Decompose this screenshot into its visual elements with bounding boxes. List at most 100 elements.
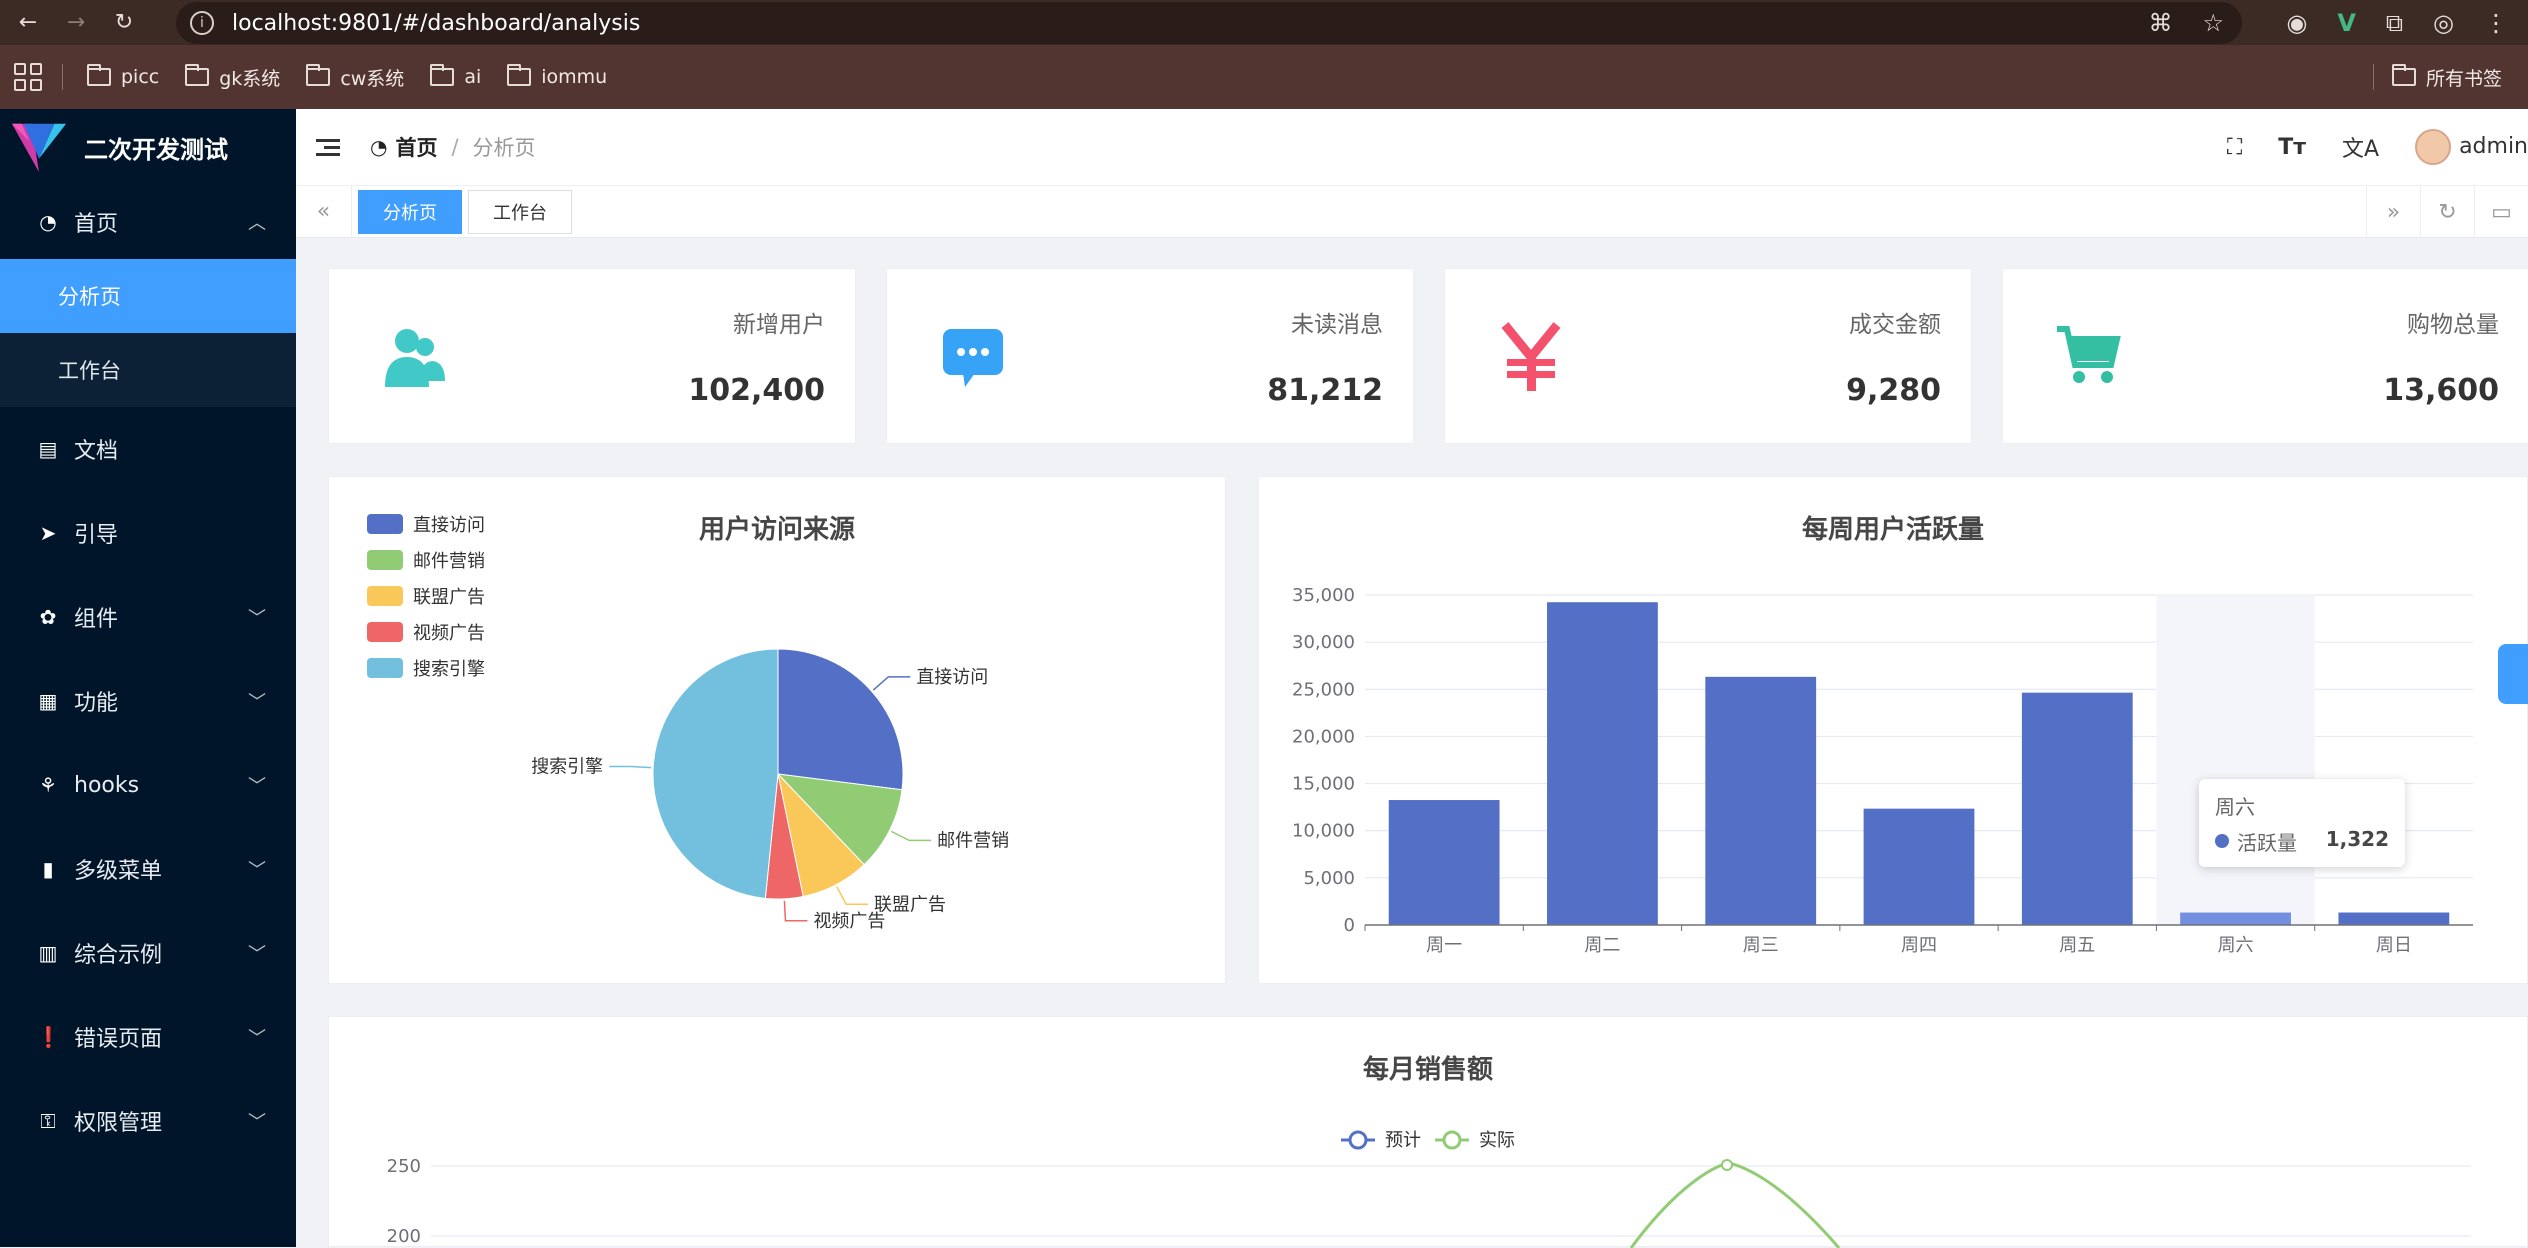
bookmark-folder[interactable]: cw系统	[306, 64, 404, 91]
chevron-down-icon: ﹀	[248, 1112, 266, 1133]
language-icon[interactable]: 文A	[2342, 131, 2379, 163]
bookmark-folder[interactable]: iommu	[507, 64, 607, 88]
pie-chart-panel: 用户访问来源 直接访问 邮件营销 联盟广告 视频广告 搜索引擎 直接访问 邮件营销 联盟广告…	[328, 476, 1226, 984]
stat-card-shopping[interactable]: 购物总量 13,600	[2002, 268, 2528, 444]
bar-chart: 0 5,000 10,000 15,000 20,000 25,000 30,000 35,0…	[1292, 585, 2473, 956]
tab-analysis[interactable]: 分析页	[358, 189, 462, 234]
extensions-puzzle-icon[interactable]: ⧉	[2386, 9, 2403, 37]
cart-icon	[2057, 326, 2121, 383]
tab-options-icon[interactable]: ▭	[2474, 186, 2528, 238]
bookmark-folder[interactable]: gk系统	[185, 64, 280, 91]
logo[interactable]: 二次开发测试	[0, 109, 296, 185]
profile-icon[interactable]: ◎	[2433, 9, 2454, 37]
menu-item-workbench[interactable]: 工作台	[0, 333, 296, 407]
bar	[2338, 912, 2450, 925]
line-chart: 预计 实际 250 200	[387, 1130, 2471, 1248]
menu-item-features[interactable]: ▦ 功能 ﹀	[0, 659, 296, 743]
menu-item-home[interactable]: ◔ 首页 ︿	[0, 185, 296, 259]
bar	[2180, 912, 2291, 925]
menu-item-guide[interactable]: ➤ 引导	[0, 491, 296, 575]
bookmark-folder[interactable]: picc	[87, 64, 159, 88]
pie-chart: 直接访问邮件营销联盟广告视频广告搜索引擎	[531, 648, 1009, 932]
bar-hover-band	[2156, 595, 2315, 925]
refresh-icon[interactable]: ↻	[2420, 186, 2474, 238]
menu-item-permissions[interactable]: ⚿ 权限管理 ﹀	[0, 1079, 296, 1163]
chevron-down-icon: ﹀	[248, 860, 266, 881]
line-legend-marker	[1442, 1130, 1462, 1150]
forward-icon[interactable]: →	[56, 3, 96, 43]
tabs-bar: « 分析页 工作台 » ↻ ▭	[296, 185, 2528, 238]
y-tick-label: 15,000	[1292, 774, 1355, 795]
pie-slice	[652, 648, 779, 899]
vben-logo-icon	[11, 123, 67, 173]
scroll-left-icon[interactable]: «	[296, 185, 352, 238]
fullscreen-icon[interactable]: ⛶	[2227, 135, 2242, 160]
menu-fold-icon[interactable]	[316, 135, 340, 160]
menu-item-analysis[interactable]: 分析页	[0, 259, 296, 333]
chevron-down-icon: ﹀	[248, 1028, 266, 1049]
folder-icon	[87, 64, 111, 86]
dashboard-icon: ◔	[39, 210, 57, 234]
menu-item-error-pages[interactable]: ❗ 错误页面 ﹀	[0, 995, 296, 1079]
breadcrumb-home[interactable]: 首页	[395, 132, 437, 162]
user-menu[interactable]: admin	[2415, 129, 2528, 165]
bar-chart-panel: 每周用户活跃量 0 5,000 10,000 15,000 20,000 25,000 30…	[1258, 476, 2528, 984]
extension-circle-icon[interactable]: ◉	[2286, 9, 2307, 37]
reload-icon[interactable]: ↻	[104, 3, 144, 43]
scroll-right-icon[interactable]: »	[2366, 186, 2420, 238]
back-icon[interactable]: ←	[8, 3, 48, 43]
x-tick-label: 周六	[2218, 935, 2254, 956]
menu-item-examples[interactable]: ▥ 综合示例 ﹀	[0, 911, 296, 995]
bar-chart-icon: ▮	[42, 857, 54, 881]
chart-tooltip: 周六 活跃量 1,322	[2199, 779, 2405, 867]
menu-item-hooks[interactable]: ⚘ hooks ﹀	[0, 743, 296, 827]
line-legend-label: 实际	[1479, 1130, 1515, 1151]
line-legend-label: 预计	[1385, 1130, 1421, 1151]
users-icon	[385, 329, 445, 387]
warning-icon: ❗	[36, 1025, 61, 1049]
pie-slice-label: 邮件营销	[937, 830, 1009, 851]
font-size-icon[interactable]: Tт	[2278, 135, 2306, 160]
menu-dots-icon[interactable]: ⋮	[2484, 9, 2508, 37]
folder-icon	[185, 64, 210, 86]
apps-grid-icon[interactable]	[14, 63, 42, 91]
y-tick-label: 0	[1344, 915, 1355, 936]
all-bookmarks[interactable]: 所有书签	[2391, 64, 2502, 91]
menu-item-docs[interactable]: ▤ 文档	[0, 407, 296, 491]
bar	[1863, 808, 1975, 925]
chevron-down-icon: ﹀	[248, 776, 266, 797]
pie-slice-label: 搜索引擎	[531, 757, 603, 778]
settings-drawer-tab[interactable]	[2498, 644, 2528, 704]
bar	[1388, 800, 1500, 925]
permission-icon: ⚿	[40, 1109, 56, 1133]
message-icon	[943, 329, 1003, 387]
translate-icon[interactable]: ⌘	[2148, 9, 2172, 37]
x-tick-label: 周三	[1743, 935, 1779, 956]
chevron-down-icon: ﹀	[248, 692, 266, 713]
y-tick-label: 10,000	[1292, 821, 1355, 842]
menu-item-components[interactable]: ✿ 组件 ﹀	[0, 575, 296, 659]
stat-card-amount[interactable]: 成交金额 9,280	[1444, 268, 1972, 444]
bookmark-folder[interactable]: ai	[430, 64, 481, 88]
header: ◔ 首页 / 分析页 ⛶ Tт 文A admin	[296, 109, 2528, 186]
y-tick-label: 25,000	[1292, 679, 1355, 700]
line-legend-marker	[1348, 1130, 1368, 1150]
pie-label-line	[890, 830, 932, 842]
stat-card-new-users[interactable]: 新增用户 102,400	[328, 268, 856, 444]
tab-workbench[interactable]: 工作台	[468, 189, 572, 234]
stat-card-messages[interactable]: 未读消息 81,212	[886, 268, 1414, 444]
document-icon: ▤	[38, 437, 58, 461]
vue-devtools-icon[interactable]: V	[2337, 9, 2356, 37]
pie-label-line	[872, 676, 911, 691]
menu-item-multilevel[interactable]: ▮ 多级菜单 ﹀	[0, 827, 296, 911]
browser-toolbar: ← → ↻ i localhost:9801/#/dashboard/analy…	[0, 0, 2528, 45]
address-bar[interactable]: i localhost:9801/#/dashboard/analysis ⌘ …	[176, 2, 2242, 44]
hooks-icon: ⚘	[39, 773, 57, 797]
bar	[1547, 602, 1658, 925]
bookmark-star-icon[interactable]: ☆	[2202, 9, 2224, 37]
pie-label-line	[783, 900, 808, 922]
line-chart-panel: 每月销售额 预计 实际 250 200	[328, 1016, 2528, 1248]
sidebar: 二次开发测试 ◔ 首页 ︿ 分析页 工作台 ▤ 文档 ➤ 引导 ✿ 组件 ﹀ ▦…	[0, 109, 296, 1247]
site-info-icon[interactable]: i	[190, 11, 214, 35]
y-tick-label: 250	[387, 1156, 421, 1177]
